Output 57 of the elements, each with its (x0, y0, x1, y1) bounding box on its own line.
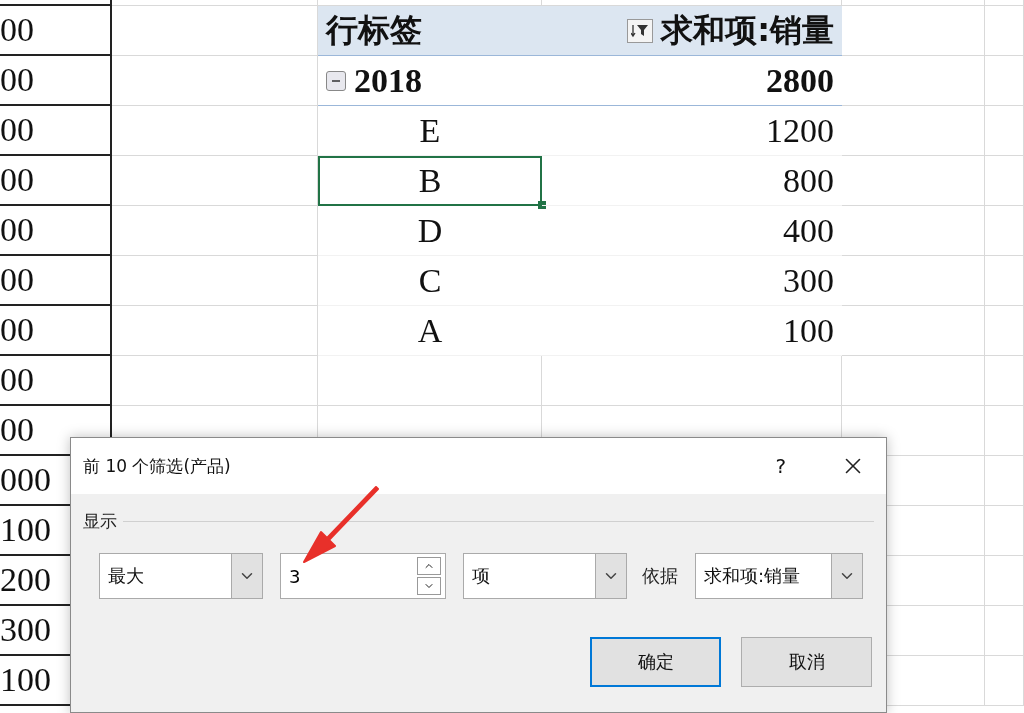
empty-cell (985, 306, 1024, 356)
cell-value: 300 (0, 611, 51, 649)
empty-cell (985, 656, 1024, 706)
empty-cell (985, 606, 1024, 656)
empty-cell (985, 206, 1024, 256)
dialog-title: 前 10 个筛选(产品) (83, 454, 231, 478)
value-cell: 400 (783, 211, 834, 250)
cell-value: 00 (0, 11, 34, 49)
empty-cell (985, 456, 1024, 506)
empty-cell (985, 406, 1024, 456)
group-label: 2018 (354, 61, 422, 100)
row-labels-header: 行标签 (326, 9, 422, 51)
cell-value: 00 (0, 161, 34, 199)
row-label-cell[interactable]: A (318, 306, 542, 356)
empty-cell (985, 156, 1024, 206)
selected-cell[interactable]: B (318, 156, 542, 206)
cell-value: 000 (0, 461, 51, 499)
empty-cell (985, 106, 1024, 156)
cancel-button[interactable]: 取消 (741, 637, 872, 687)
section-label: 显示 (83, 510, 117, 533)
empty-cell (985, 256, 1024, 306)
by-field-dropdown[interactable]: 求和项:销量 (695, 553, 863, 599)
fill-handle[interactable] (538, 201, 546, 209)
sort-filter-icon (631, 22, 650, 39)
empty-cell (985, 506, 1024, 556)
cell-value: 00 (0, 211, 34, 249)
cell-value: 00 (0, 111, 34, 149)
empty-cell (985, 56, 1024, 106)
order-dropdown[interactable]: 最大 (99, 553, 263, 599)
empty-cell (985, 356, 1024, 406)
spin-up-button[interactable] (417, 557, 441, 575)
value-cell: 1200 (766, 111, 834, 150)
value-cell: 300 (783, 261, 834, 300)
filter-sort-button[interactable] (627, 18, 654, 43)
collapse-button[interactable] (326, 70, 346, 91)
cell-value: 100 (0, 661, 51, 699)
empty-cell (985, 556, 1024, 606)
spin-down-button[interactable] (417, 577, 441, 595)
value-cell: 100 (783, 311, 834, 350)
cell-value: 00 (0, 261, 34, 299)
cell-value: 00 (0, 311, 34, 349)
group-total: 2800 (766, 61, 834, 100)
cell-value: 00 (0, 361, 34, 399)
empty-cell (985, 6, 1024, 56)
cell-value: 200 (0, 561, 51, 599)
value-cell: 800 (783, 161, 834, 200)
cell-value: 00 (0, 61, 34, 99)
row-label-cell[interactable]: E (318, 106, 542, 156)
help-button[interactable]: ? (775, 454, 786, 478)
value-header: 求和项:销量 (661, 9, 834, 51)
ok-button[interactable]: 确定 (590, 637, 721, 687)
row-label-cell[interactable]: D (318, 206, 542, 256)
by-label: 依据 (642, 564, 678, 588)
cell-value: 00 (0, 411, 34, 449)
cell-value: 100 (0, 511, 51, 549)
row-label-cell[interactable]: C (318, 256, 542, 306)
unit-dropdown[interactable]: 项 (463, 553, 627, 599)
